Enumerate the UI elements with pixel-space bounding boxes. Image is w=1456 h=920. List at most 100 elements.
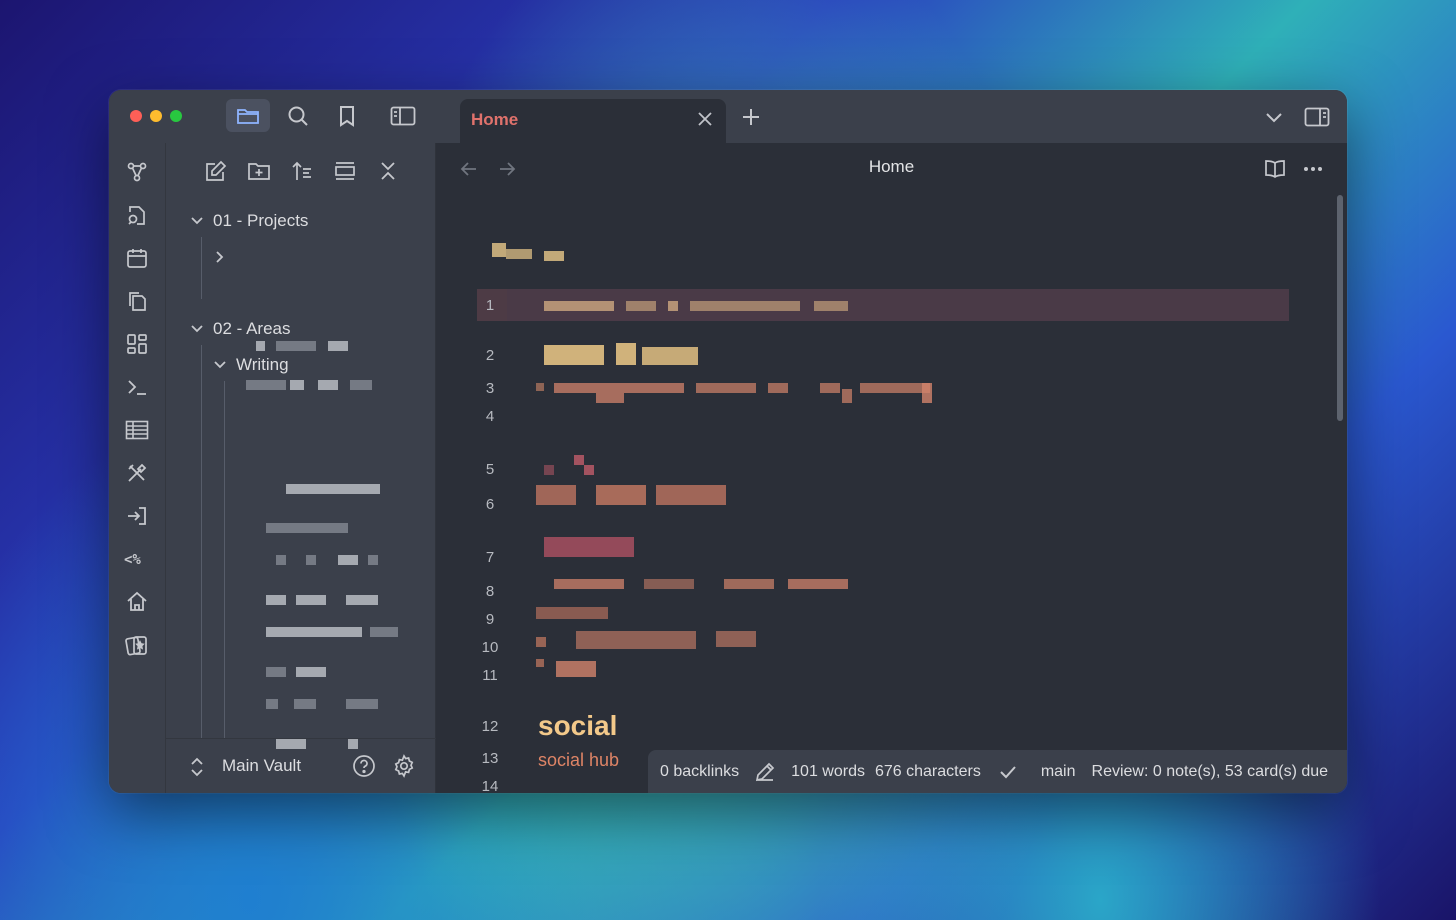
line-number: 12 (481, 718, 499, 735)
blurred-link-line (536, 631, 766, 651)
minimize-window-button[interactable] (150, 110, 162, 122)
review-status[interactable]: Review: 0 note(s), 53 card(s) due (1092, 763, 1329, 781)
plus-icon[interactable] (739, 105, 763, 129)
folder-01-projects[interactable]: 01 - Projects (189, 207, 308, 235)
home-icon[interactable] (124, 589, 150, 615)
folder-collapsed[interactable] (212, 243, 236, 271)
note-heading: social (538, 710, 618, 741)
line-number: 4 (485, 408, 495, 425)
blurred-file-item[interactable] (266, 555, 386, 567)
git-branch[interactable]: main (1041, 763, 1076, 781)
template-icon[interactable]: <% (124, 546, 150, 572)
indent-guide (224, 381, 225, 738)
blurred-file-item[interactable] (266, 627, 406, 639)
terminal-icon[interactable] (124, 374, 150, 400)
right-sidebar-icon[interactable] (1304, 105, 1330, 129)
file-explorer: 01 - Projects 02 - Areas Writing Main Va… (166, 143, 488, 793)
view-header-title[interactable]: Home (436, 157, 1347, 177)
editor-scrollbar[interactable] (1337, 195, 1343, 421)
folder-label: 02 - Areas (213, 319, 291, 338)
check-icon[interactable] (999, 765, 1017, 779)
sort-icon[interactable] (288, 157, 316, 185)
obsidian-window: Home <% 01 - Projects 02 - Areas Writing… (109, 90, 1347, 793)
indent-guide (201, 237, 202, 299)
line-number: 11 (482, 667, 498, 684)
line-number: 6 (485, 496, 495, 513)
vault-switcher-bar: Main Vault (166, 738, 436, 793)
indent-guide (201, 345, 202, 738)
line-number: 7 (485, 549, 495, 566)
close-icon[interactable] (694, 108, 716, 130)
dashboard-icon[interactable] (124, 331, 150, 357)
tab-title: Home (471, 110, 519, 129)
chevron-down-icon (212, 357, 228, 373)
line-number: 3 (485, 380, 495, 397)
graph-icon[interactable] (124, 159, 150, 185)
flashcards-icon[interactable] (124, 632, 150, 658)
close-window-button[interactable] (130, 110, 142, 122)
folder-label: Writing (236, 355, 289, 374)
backlinks-count[interactable]: 0 backlinks (660, 763, 739, 781)
chevron-down-icon (189, 321, 205, 337)
close-all-icon[interactable] (374, 157, 402, 185)
blurred-file-item[interactable] (246, 380, 376, 392)
help-icon[interactable] (352, 754, 376, 778)
vault-name[interactable]: Main Vault (222, 756, 301, 776)
chevron-down-icon (189, 213, 205, 229)
blurred-file-item[interactable] (266, 699, 386, 711)
left-ribbon: <% (109, 143, 166, 793)
blurred-file-item[interactable] (286, 484, 386, 496)
line-number: 8 (485, 583, 495, 600)
new-folder-icon[interactable] (245, 157, 273, 185)
folder-label: 01 - Projects (213, 211, 309, 230)
table-icon[interactable] (124, 417, 150, 443)
zoom-window-button[interactable] (170, 110, 182, 122)
calendar-icon[interactable] (124, 245, 150, 271)
collapse-icon[interactable] (331, 157, 359, 185)
blurred-tag (544, 455, 604, 475)
chevron-right-icon (212, 249, 228, 265)
title-bar: Home (109, 90, 1347, 143)
status-bar: 0 backlinks 101 words 676 characters mai… (648, 750, 1347, 793)
note-link[interactable]: social hub (538, 750, 619, 771)
line-number: 13 (481, 750, 499, 767)
blurred-link-line (544, 579, 848, 591)
vault-switch-icon[interactable] (190, 757, 204, 777)
line-number: 2 (485, 347, 495, 364)
svg-text:<%: <% (124, 552, 141, 568)
character-count: 676 characters (874, 762, 981, 780)
line-number: 1 (485, 297, 495, 314)
chevron-down-icon[interactable] (1261, 105, 1287, 129)
line-number: 9 (485, 611, 495, 628)
blurred-file-item[interactable] (266, 667, 346, 679)
blurred-note-title (484, 239, 568, 263)
line-number: 5 (485, 461, 495, 478)
folder-icon[interactable] (226, 99, 270, 132)
blurred-text-line (544, 301, 848, 311)
blurred-text-line (536, 485, 736, 505)
blurred-file-item[interactable] (266, 523, 366, 535)
blurred-heading (544, 343, 704, 365)
folder-02-areas[interactable]: 02 - Areas (189, 315, 291, 343)
word-count: 101 words (791, 762, 865, 780)
blurred-file-item[interactable] (266, 595, 386, 607)
more-options-icon[interactable] (1300, 156, 1326, 182)
blurred-link-line (536, 383, 936, 403)
reading-mode-icon[interactable] (1262, 156, 1288, 182)
pencil-icon[interactable] (755, 762, 775, 782)
folder-writing[interactable]: Writing (212, 351, 289, 379)
blurred-link-line (536, 601, 616, 621)
blurred-tag (544, 537, 634, 557)
file-search-icon[interactable] (124, 202, 150, 228)
tab-home[interactable]: Home (460, 99, 726, 143)
line-number: 10 (481, 639, 499, 656)
sidebar-toggle-icon[interactable] (381, 99, 425, 132)
copy-icon[interactable] (124, 288, 150, 314)
import-icon[interactable] (124, 503, 150, 529)
bookmark-icon[interactable] (325, 99, 369, 132)
search-icon[interactable] (276, 99, 320, 132)
settings-icon[interactable] (392, 754, 416, 778)
new-note-icon[interactable] (202, 157, 230, 185)
tools-icon[interactable] (124, 460, 150, 486)
editor-pane: Home 1 2 3 4 5 6 7 8 9 10 11 12 13 14 so… (436, 143, 1347, 793)
